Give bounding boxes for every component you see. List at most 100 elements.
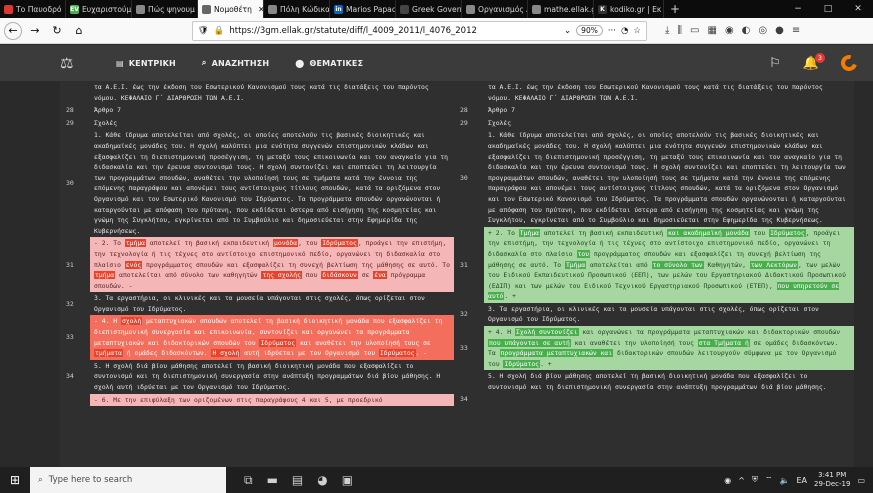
diff-text: 1. Κάθε ίδρυμα αποτελείται από σχολές, ο… (484, 129, 854, 226)
diff-pane-new: τα Α.Ε.Ι. έως την έκδοση του Εσωτερικού … (454, 81, 854, 467)
diff-segment: - 2. Το (94, 239, 125, 248)
tab-label: Πώς ψηνουμ (148, 4, 195, 14)
browser-tab[interactable]: mathe.ellak.gr/ (528, 0, 594, 18)
diff-highlight: της σχολής (261, 271, 302, 280)
window-minimize-button[interactable]: − (783, 4, 813, 14)
zoom-level[interactable]: 90% (576, 25, 603, 36)
browser-tab[interactable]: Νομοθέτη ✕ (198, 0, 264, 18)
diff-segment: αποτελεί τη βασική εκπαιδευτική (540, 228, 667, 237)
windows-start-icon[interactable]: ⊞ (0, 467, 30, 493)
favicon-icon: K (598, 4, 607, 14)
extension-icon[interactable]: ◐ (742, 25, 751, 36)
line-number: 31 (66, 260, 74, 269)
diff-highlight: τμήμα (94, 271, 116, 280)
menu-icon[interactable]: ≡ (792, 25, 800, 36)
favicon-icon (532, 4, 541, 14)
security-icon[interactable]: ⛨ (752, 475, 758, 485)
diff-segment: τα Α.Ε.Ι. έως την έκδοση του Εσωτερικού … (488, 83, 823, 102)
download-icon[interactable]: ⤓ (665, 25, 669, 36)
sidebar-icon[interactable]: ▭ (690, 25, 699, 36)
browser-tab[interactable]: Πόλη Κώδικα (264, 0, 330, 18)
browser-tab[interactable]: Πώς ψηνουμ (132, 0, 198, 18)
network-icon[interactable]: ⌔ (765, 475, 773, 485)
diff-highlight: Η σχολή (211, 349, 241, 358)
browser-tab[interactable]: EV Ευχαριστούμ (66, 0, 132, 18)
more-actions-button[interactable]: ··· (608, 26, 616, 36)
extension-icon[interactable]: ◎ (758, 25, 767, 36)
language-indicator[interactable]: EA (796, 476, 807, 485)
browser-tab[interactable]: Οργανισμός Ανα (462, 0, 528, 18)
favicon-icon (466, 4, 475, 14)
bookmark-star-icon[interactable]: ☆ (633, 26, 641, 36)
diff-row: 32 3. Τα εργαστήρια, οι κλινικές και τα μ… (60, 292, 458, 315)
diff-text (484, 394, 854, 405)
volume-icon[interactable]: 🔈 (780, 476, 790, 485)
window-maximize-button[interactable]: □ (813, 4, 843, 14)
excel-icon[interactable]: ▤ (292, 473, 303, 488)
file-explorer-icon[interactable]: ▬ (267, 473, 278, 488)
list-icon: ▤ (116, 58, 124, 68)
diff-highlight: ενός (124, 260, 143, 269)
diff-text: 5. Η σχολή διά βίου μάθησης αποτελεί τη … (90, 360, 458, 394)
nav-topics[interactable]: ⬤ ΘΕΜΑΤΙΚΕΣ (295, 58, 363, 68)
tab-label: Greek Govern (412, 4, 462, 14)
favicon-icon (202, 4, 211, 14)
notifications-icon[interactable]: ▭ (857, 476, 865, 485)
bell-icon[interactable]: 🔔 3 (803, 52, 825, 71)
pocket-icon[interactable]: ◔ (621, 26, 628, 36)
nav-home[interactable]: ▤ ΚΕΝΤΡΙΚΗ (116, 58, 176, 68)
app-icon[interactable]: ▣ (342, 473, 353, 488)
diff-segment: σε (357, 271, 374, 280)
chevron-down-icon[interactable]: ⌄ (564, 26, 571, 36)
line-number: 30 (460, 173, 468, 182)
home-button[interactable]: ⌂ (70, 22, 88, 40)
tab-label: mathe.ellak.gr/ (544, 4, 593, 14)
diff-row: 30 1. Κάθε ίδρυμα αποτελείται από σχολές,… (454, 129, 854, 226)
diff-text: Άρθρο 7 (90, 104, 458, 117)
window-close-button[interactable]: ✕ (843, 4, 873, 14)
clock[interactable]: 3:41 PM 29-Dec-19 (814, 471, 850, 489)
url-bar[interactable]: 🛡 🔒 https://3gm.ellak.gr/statute/diff/l_… (192, 20, 647, 41)
browser-tab[interactable]: in Marios Papac (330, 0, 396, 18)
user-icon[interactable]: ⚐ (769, 56, 781, 71)
diff-text: 1. Κάθε ίδρυμα αποτελείται από σχολές, ο… (90, 129, 458, 237)
browser-tab[interactable]: Kkodiko.gr | Εκ (594, 0, 664, 18)
diff-segment: προγράμματος σπουδών και εξασφαλίζει τη … (142, 260, 450, 269)
extension-icon[interactable]: ▦ (707, 25, 716, 36)
tab-label: kodiko.gr | Εκ (610, 4, 662, 14)
line-number: 32 (460, 310, 468, 319)
diff-segment: - 6. Με την επιφύλαξη των οριζομένων στι… (94, 395, 383, 404)
chevron-up-icon[interactable]: ^ (738, 476, 745, 485)
diff-segment: Άρθρο 7 (488, 106, 515, 115)
reload-button[interactable]: ↻ (48, 22, 66, 40)
diff-segment: 3. Τα εργαστήρια, οι κλινικές και τα μου… (94, 294, 425, 313)
line-number: 34 (66, 372, 74, 381)
taskbar-search[interactable]: ⌕ Type here to search (30, 467, 226, 493)
diff-text: - 6. Με την επιφύλαξη των οριζομένων στι… (90, 393, 458, 407)
browser-tab[interactable]: Greek Govern (396, 0, 462, 18)
task-view-icon[interactable]: ⧉ (244, 473, 253, 488)
firefox-icon[interactable]: ◕ (317, 473, 327, 488)
diff-segment: και αναθέτει την υλοποίησή τους (570, 338, 698, 347)
library-icon[interactable]: ⫼ (677, 25, 682, 36)
tab-label: Ευχαριστούμ (82, 4, 132, 14)
line-number: 28 (460, 106, 468, 115)
nav-search[interactable]: ⌕ ΑΝΑΖΗΤΗΣΗ (202, 58, 269, 68)
back-button[interactable]: ← (4, 21, 22, 40)
tab-label: Πόλη Κώδικα (280, 4, 330, 14)
brand-logo-icon[interactable] (838, 52, 860, 74)
new-tab-button[interactable]: + (664, 0, 686, 18)
extension-icon[interactable]: ● (775, 25, 784, 36)
forward-button[interactable]: → (26, 22, 44, 40)
scales-logo-icon[interactable]: ⚖ (60, 54, 90, 72)
browser-navbar: ← → ↻ ⌂ 🛡 🔒 https://3gm.ellak.gr/statute… (0, 18, 873, 44)
extension-icon[interactable]: ◉ (725, 25, 734, 36)
diff-segment: , του (298, 239, 322, 248)
line-number: 34 (460, 394, 468, 403)
lock-icon: 🔒 (213, 25, 225, 36)
browser-tab[interactable]: Το Παυοδρό (0, 0, 66, 18)
diff-row: 31 + 2. Το Τμήμα αποτελεί τη βασική εκπαι… (454, 226, 854, 303)
diff-text: - 2. Το τμήμα αποτελεί τη βασική εκπαιδε… (90, 237, 458, 293)
tag-icon: ⬤ (295, 58, 305, 68)
people-icon[interactable]: ◉ (724, 476, 731, 485)
